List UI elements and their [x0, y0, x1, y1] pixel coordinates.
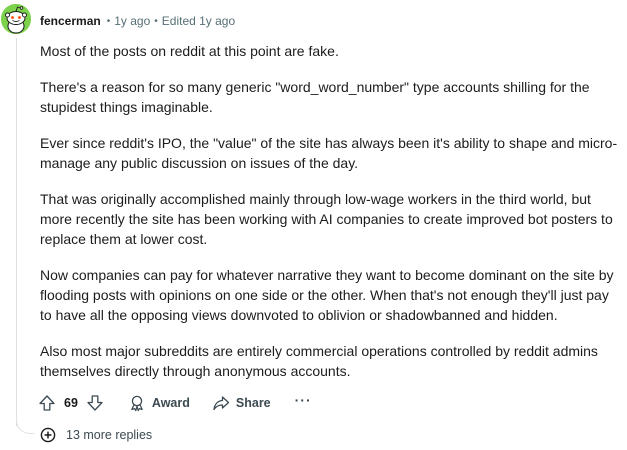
posted-time[interactable]: 1y ago	[114, 14, 150, 28]
edited-time: Edited 1y ago	[161, 14, 236, 28]
comment-actions: 69 Award Share ···	[36, 390, 312, 416]
award-button[interactable]: Award	[128, 394, 190, 412]
more-replies-label: 13 more replies	[66, 428, 153, 442]
thread-connector	[16, 408, 34, 434]
thread-line	[16, 38, 17, 426]
vote-score: 69	[64, 396, 78, 410]
downvote-button[interactable]	[84, 391, 106, 415]
comment-paragraph: Ever since reddit's IPO, the "value" of …	[40, 135, 618, 171]
comment-paragraph: Most of the posts on reddit at this poin…	[40, 43, 339, 59]
plus-circle-icon	[40, 427, 56, 443]
separator-dot: •	[106, 15, 111, 27]
downvote-arrow-icon	[87, 395, 103, 411]
comment-body: Most of the posts on reddit at this poin…	[40, 41, 620, 397]
share-button[interactable]: Share	[212, 394, 271, 412]
award-icon	[131, 395, 143, 412]
comment-paragraph: There's a reason for so many generic "wo…	[40, 79, 590, 115]
share-icon	[213, 396, 230, 411]
username-link[interactable]: fencerman	[40, 14, 101, 28]
comment-header: fencerman • 1y ago • Edited 1y ago	[40, 12, 235, 30]
share-label: Share	[235, 396, 271, 410]
comment-paragraph: That was originally accomplished mainly …	[40, 191, 613, 247]
snoo-avatar-icon	[1, 4, 31, 34]
more-replies-button[interactable]: 13 more replies	[40, 425, 153, 445]
comment-paragraph: Also most major subreddits are entirely …	[40, 343, 598, 379]
upvote-button[interactable]	[36, 391, 58, 415]
upvote-arrow-icon	[39, 395, 55, 411]
avatar[interactable]	[1, 4, 31, 34]
award-label: Award	[151, 396, 190, 410]
overflow-menu-button[interactable]: ···	[295, 393, 312, 411]
separator-dot: •	[154, 15, 158, 27]
comment-paragraph: Now companies can pay for whatever narra…	[40, 267, 614, 323]
